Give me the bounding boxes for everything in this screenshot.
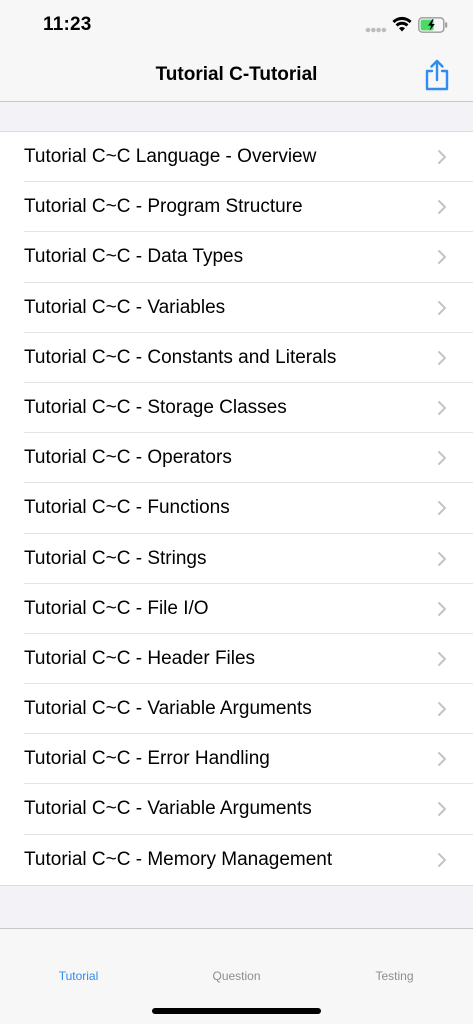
list-item-label: Tutorial C~C - Strings [24,547,207,569]
list-item[interactable]: Tutorial C~C - Error Handling [0,734,473,785]
list-item-label: Tutorial C~C - Variable Arguments [24,698,312,720]
chevron-right-icon [438,601,446,616]
cellular-signal-icon [365,27,387,33]
chevron-right-icon [438,400,446,415]
navigation-bar: Tutorial C-Tutorial [0,50,473,102]
home-indicator[interactable] [152,1008,321,1014]
list-item[interactable]: Tutorial C~C - Data Types [0,232,473,283]
list-item-label: Tutorial C~C - Memory Management [24,848,333,870]
share-button[interactable] [422,58,452,92]
tab-tutorial[interactable]: Tutorial [0,969,157,983]
list-item-label: Tutorial C~C - Data Types [24,246,244,268]
list-item[interactable]: Tutorial C~C - Header Files [0,633,473,685]
chevron-right-icon [438,300,446,315]
list-item-label: Tutorial C~C - Header Files [24,647,256,669]
list-item-label: Tutorial C~C - Storage Classes [24,396,287,418]
list-item[interactable]: Tutorial C~C - Operators [0,433,473,484]
list-item[interactable]: Tutorial C~C - Strings [0,533,473,584]
list-item[interactable]: Tutorial C~C - Memory Management [0,834,473,885]
list-item[interactable]: Tutorial C~C - Variables [0,282,473,333]
chevron-right-icon [438,702,446,717]
chevron-right-icon [438,350,446,365]
chevron-right-icon [438,200,446,215]
tutorial-list: Tutorial C~C Language - Overview Tutoria… [0,131,473,886]
list-item[interactable]: Tutorial C~C - Program Structure [0,182,473,233]
chevron-right-icon [438,150,446,164]
battery-icon [418,17,448,33]
list-item-label: Tutorial C~C - Constants and Literals [24,346,337,368]
chevron-right-icon [438,852,446,867]
chevron-right-icon [438,651,446,666]
chevron-right-icon [438,802,446,817]
chevron-right-icon [438,451,446,466]
list-item[interactable]: Tutorial C~C Language - Overview [0,132,473,183]
tab-testing[interactable]: Testing [316,969,473,983]
list-item-label: Tutorial C~C - Error Handling [24,748,270,770]
list-item-label: Tutorial C~C - Operators [24,447,232,469]
chevron-right-icon [438,752,446,767]
list-item[interactable]: Tutorial C~C - Functions [0,483,473,534]
status-bar: 11:23 [0,0,473,50]
list-item-label: Tutorial C~C - Functions [24,497,230,519]
page-title: Tutorial C-Tutorial [155,64,318,85]
chevron-right-icon [438,250,446,265]
list-item[interactable]: Tutorial C~C - File I/O [0,583,473,635]
chevron-right-icon [438,501,446,516]
wifi-icon [392,16,412,32]
status-time: 11:23 [43,14,92,35]
tab-question[interactable]: Question [158,969,315,983]
list-item-label: Tutorial C~C - File I/O [24,597,209,619]
list-item-label: Tutorial C~C - Variables [24,296,226,318]
list-item[interactable]: Tutorial C~C - Variable Arguments [0,684,473,735]
chevron-right-icon [438,551,446,566]
share-icon [425,59,449,91]
list-item[interactable]: Tutorial C~C - Constants and Literals [0,332,473,384]
app-screen: 11:23 Tutorial C-Tutorial Tutorial C~C L… [0,0,473,1024]
list-item-label: Tutorial C~C - Program Structure [24,196,303,218]
list-item[interactable]: Tutorial C~C - Variable Arguments [0,784,473,835]
list-item-label: Tutorial C~C Language - Overview [24,146,317,167]
list-item-label: Tutorial C~C - Variable Arguments [24,798,312,820]
list-item[interactable]: Tutorial C~C - Storage Classes [0,382,473,434]
